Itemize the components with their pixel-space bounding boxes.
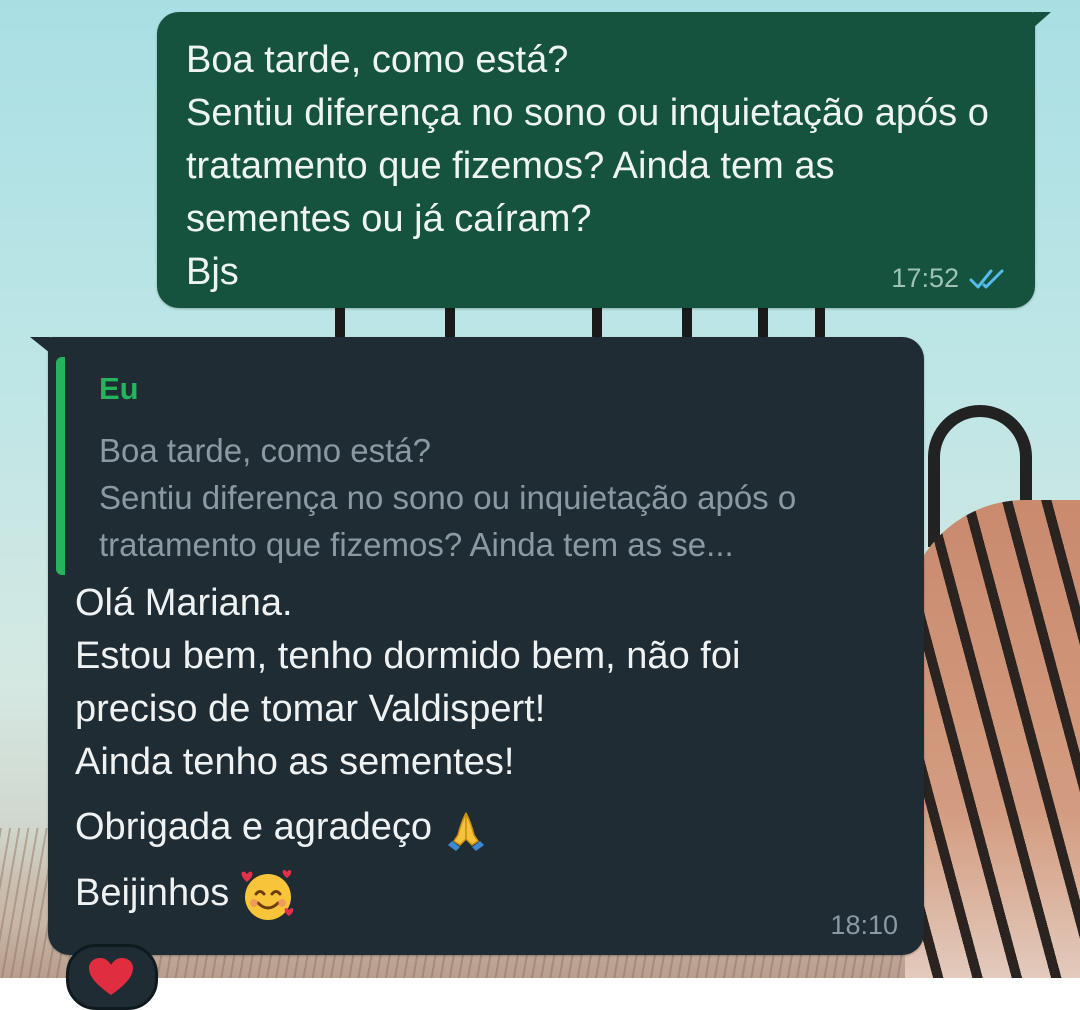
wallpaper-tiger	[905, 500, 1080, 978]
message-reaction[interactable]	[66, 944, 158, 1010]
double-check-read-icon	[969, 269, 1004, 288]
message-line: preciso de tomar Valdispert!	[75, 688, 546, 730]
message-line-with-emoji: Beijinhos	[75, 866, 895, 924]
smiling-face-with-hearts-emoji	[241, 869, 294, 920]
outgoing-message-bubble[interactable]: Boa tarde, como está? Sentiu diferença n…	[157, 12, 1051, 308]
incoming-message-text: Olá Mariana. Estou bem, tenho dormido be…	[75, 577, 895, 924]
incoming-message-bubble[interactable]: Eu Boa tarde, como está? Sentiu diferenç…	[30, 337, 924, 955]
message-line: Ainda tenho as sementes!	[75, 741, 515, 783]
message-line: Beijinhos	[75, 872, 230, 915]
message-line: Estou bem, tenho dormido bem, não foi	[75, 635, 741, 677]
red-heart-icon	[89, 958, 133, 995]
quoted-message-text: Boa tarde, como está? Sentiu diferença n…	[99, 432, 797, 563]
outgoing-message-text: Boa tarde, como está? Sentiu diferença n…	[186, 39, 989, 293]
message-line: Olá Mariana.	[75, 582, 293, 624]
message-line: Obrigada e agradeço	[75, 806, 433, 848]
quoted-message[interactable]: Eu Boa tarde, como está? Sentiu diferenç…	[56, 357, 909, 575]
praying-hands-emoji	[448, 812, 485, 851]
quoted-message-author: Eu	[99, 371, 139, 406]
message-line-with-emoji: Obrigada e agradeço	[75, 801, 895, 854]
bubble-tail	[1033, 12, 1051, 28]
outgoing-message-time: 17:52	[891, 263, 959, 293]
bubble-tail	[30, 337, 50, 353]
incoming-message-time: 18:10	[830, 910, 898, 940]
outgoing-message-meta: 17:52	[891, 263, 1009, 294]
